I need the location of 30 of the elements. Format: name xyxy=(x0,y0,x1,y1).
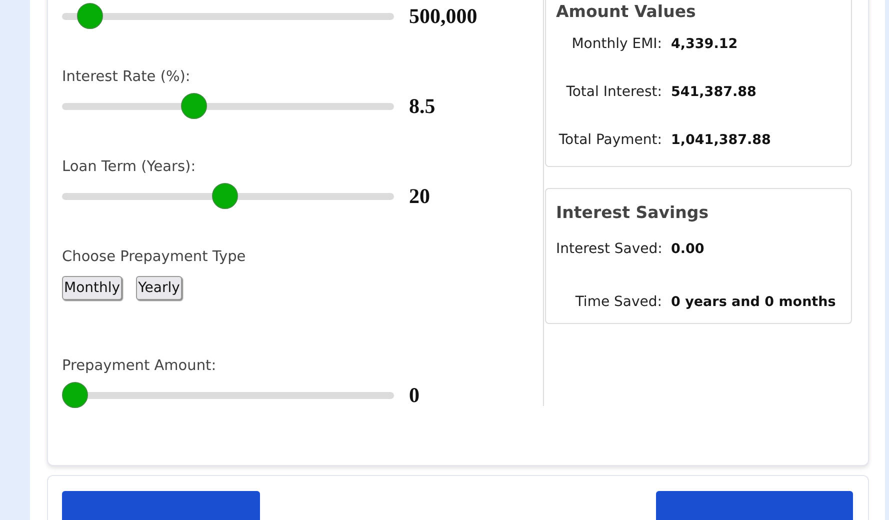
result-label: Total Interest: xyxy=(565,84,662,100)
prepayment-type-button[interactable]: Yearly xyxy=(136,276,182,300)
slider-value: 20 xyxy=(409,184,430,208)
panel-title: Amount Values xyxy=(556,2,696,21)
result-label: Time Saved: xyxy=(574,294,662,310)
result-value: 1,041,387.88 xyxy=(671,132,771,148)
slider-value: 8.5 xyxy=(409,94,436,118)
prepayment-type-label: Choose Prepayment Type xyxy=(62,248,246,266)
slider[interactable] xyxy=(62,3,394,29)
result-label: Interest Saved: xyxy=(556,240,662,256)
slider-label: Prepayment Amount: xyxy=(62,357,216,375)
slider-label: Loan Term (Years): xyxy=(62,158,196,176)
result-label: Total Payment: xyxy=(558,132,662,148)
slider-label: Interest Rate (%): xyxy=(62,68,190,86)
slider-value: 0 xyxy=(409,382,420,408)
result-value: 541,387.88 xyxy=(671,84,756,100)
slider-thumb[interactable] xyxy=(181,93,208,119)
result-value: 0.00 xyxy=(671,240,704,256)
slider-value: 500,000 xyxy=(409,4,478,28)
prepayment-type-button[interactable]: Monthly xyxy=(62,276,122,300)
slider-thumb[interactable] xyxy=(62,382,88,408)
result-value: 4,339.12 xyxy=(671,36,738,52)
result-label: Monthly EMI: xyxy=(570,36,662,52)
panel-title: Interest Savings xyxy=(556,203,709,222)
slider[interactable] xyxy=(62,93,394,119)
slider[interactable] xyxy=(62,183,394,209)
slider[interactable] xyxy=(62,382,394,408)
slider-thumb[interactable] xyxy=(77,3,104,29)
slider-thumb[interactable] xyxy=(212,183,238,209)
result-value: 0 years and 0 months xyxy=(671,294,836,310)
